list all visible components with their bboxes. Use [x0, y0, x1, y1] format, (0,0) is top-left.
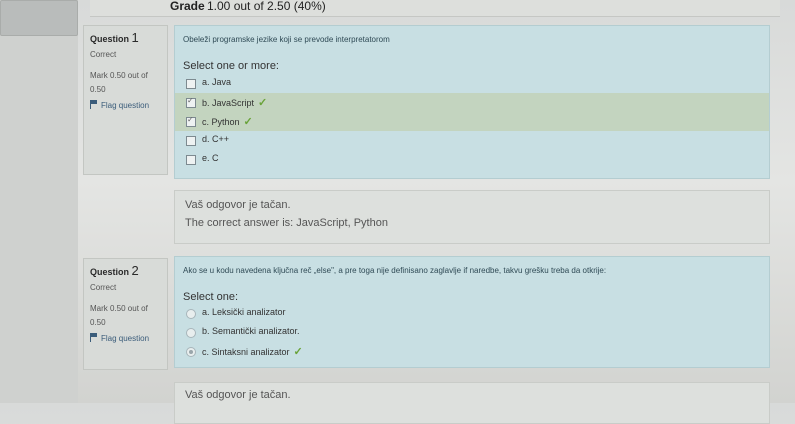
question-2-info: Question 2 Correct Mark 0.50 out of 0.50… [83, 258, 168, 370]
feedback-text: Vaš odgovor je tačan. [185, 389, 291, 401]
question-1-content: Obeleži programske jezike koji se prevod… [174, 25, 770, 179]
answer-1d[interactable]: d. C++ [175, 131, 769, 150]
nav-block [0, 0, 78, 36]
correct-answer-text: The correct answer is: JavaScript, Pytho… [185, 217, 388, 229]
feedback-text: Vaš odgovor je tačan. [185, 199, 291, 211]
question-1-state: Correct [90, 50, 117, 59]
question-2-flag-button[interactable]: Flag question [90, 333, 149, 343]
question-2-number: 2 [131, 263, 139, 278]
question-2-prompt: Select one: [183, 291, 239, 303]
answer-1a-checkbox[interactable] [186, 79, 196, 89]
answer-2a-radio[interactable] [186, 309, 196, 319]
answer-1c-checkbox[interactable] [186, 115, 196, 127]
question-1-text: Obeleži programske jezike koji se prevod… [183, 35, 390, 44]
answer-1c[interactable]: c. Python✓ [175, 112, 769, 131]
question-2-content: Ako se u kodu navedena ključna reč „else… [174, 256, 770, 368]
question-1-number: 1 [131, 30, 139, 45]
question-2-mark: Mark 0.50 out of 0.50 [90, 304, 148, 327]
check-icon: ✓ [258, 97, 268, 109]
flag-icon [90, 333, 98, 342]
check-icon: ✓ [243, 116, 253, 128]
left-column [0, 0, 78, 403]
answer-2c-radio[interactable] [186, 347, 196, 357]
answer-1e[interactable]: e. C [175, 150, 769, 169]
check-icon: ✓ [293, 346, 303, 358]
answer-2b[interactable]: b. Semantički analizator. [175, 323, 769, 342]
answer-1d-checkbox[interactable] [186, 136, 196, 146]
grade-value: 1.00 out of 2.50 (40%) [207, 0, 326, 13]
question-2-text: Ako se u kodu navedena ključna reč „else… [183, 266, 607, 275]
answer-1e-checkbox[interactable] [186, 155, 196, 165]
question-1-info: Question 1 Correct Mark 0.50 out of 0.50… [83, 25, 168, 175]
grade-label: Grade [170, 0, 205, 13]
question-1-mark: Mark 0.50 out of 0.50 [90, 71, 148, 94]
answer-2a[interactable]: a. Leksički analizator [175, 304, 769, 323]
question-1-prompt: Select one or more: [183, 60, 279, 72]
question-1-flag-button[interactable]: Flag question [90, 100, 149, 110]
answer-2b-radio[interactable] [186, 328, 196, 338]
answer-1a[interactable]: a. Java [175, 74, 769, 93]
question-1-feedback: Vaš odgovor je tačan. The correct answer… [174, 190, 770, 244]
answer-2c[interactable]: c. Sintaksni analizator ✓ [175, 342, 769, 361]
flag-icon [90, 100, 98, 109]
answer-1b[interactable]: b. JavaScript✓ [175, 93, 769, 112]
question-1-title: Question 1 [90, 30, 139, 45]
answer-1b-checkbox[interactable] [186, 96, 196, 108]
question-2-state: Correct [90, 283, 117, 292]
question-2-feedback: Vaš odgovor je tačan. [174, 382, 770, 424]
question-2-title: Question 2 [90, 263, 139, 278]
